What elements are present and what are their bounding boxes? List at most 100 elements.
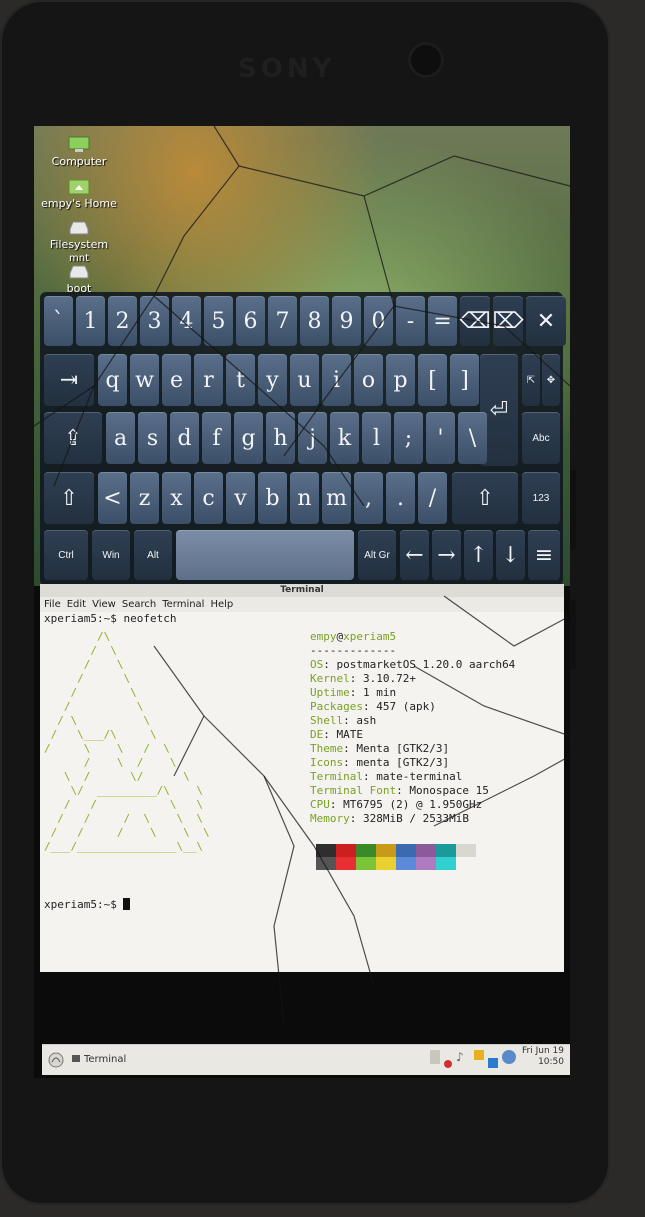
volume-icon[interactable]: ♪	[456, 1050, 470, 1064]
menu-logo-icon[interactable]	[48, 1052, 64, 1068]
capslock-key[interactable]: ⇪	[44, 412, 102, 464]
key-6[interactable]: 6	[236, 296, 265, 346]
notification-icon[interactable]	[444, 1060, 452, 1068]
key-7[interactable]: 7	[268, 296, 297, 346]
arrow-left-key[interactable]: ←	[400, 530, 429, 580]
key-n[interactable]: n	[290, 472, 319, 524]
network-icon[interactable]	[488, 1058, 498, 1068]
abc-layout-key[interactable]: Abc	[522, 412, 560, 464]
shift-left-key[interactable]: ⇧	[44, 472, 94, 524]
desktop-icon-home[interactable]: empy's Home	[34, 178, 124, 210]
alt-key[interactable]: Alt	[134, 530, 172, 580]
menu-view[interactable]: View	[92, 597, 116, 612]
key-comma[interactable]: ,	[354, 472, 383, 524]
key-x[interactable]: x	[162, 472, 191, 524]
key-c[interactable]: c	[194, 472, 223, 524]
key-rbracket[interactable]: ]	[450, 354, 479, 406]
key-h[interactable]: h	[266, 412, 295, 464]
desktop-icon-filesystem[interactable]: Filesystem	[34, 219, 124, 251]
key-equals[interactable]: =	[428, 296, 457, 346]
key-u[interactable]: u	[290, 354, 319, 406]
key-g[interactable]: g	[234, 412, 263, 464]
key-k[interactable]: k	[330, 412, 359, 464]
altgr-key[interactable]: Alt Gr	[358, 530, 396, 580]
key-5[interactable]: 5	[204, 296, 233, 346]
key-less[interactable]: <	[98, 472, 127, 524]
key-t[interactable]: t	[226, 354, 255, 406]
field-value: ash	[356, 714, 377, 727]
menu-file[interactable]: File	[44, 597, 61, 612]
neofetch-field: Terminal Font: Monospace 15	[310, 784, 489, 797]
drag-keyboard-key[interactable]: ✥	[542, 354, 560, 406]
key-4[interactable]: 4	[172, 296, 201, 346]
neofetch-field: DE: MATE	[310, 728, 363, 741]
move-cursor-key[interactable]: ⇱	[522, 354, 540, 406]
key-1[interactable]: 1	[76, 296, 105, 346]
key-a[interactable]: a	[106, 412, 135, 464]
key-s[interactable]: s	[138, 412, 167, 464]
key-period[interactable]: .	[386, 472, 415, 524]
key-o[interactable]: o	[354, 354, 383, 406]
win-key[interactable]: Win	[92, 530, 130, 580]
arrow-right-key[interactable]: →	[432, 530, 461, 580]
key-q[interactable]: q	[98, 354, 127, 406]
key-l[interactable]: l	[362, 412, 391, 464]
key-e[interactable]: e	[162, 354, 191, 406]
desktop-icon-boot[interactable]: mnt boot	[34, 254, 124, 296]
field-value: menta [GTK2/3]	[356, 756, 450, 769]
key-minus[interactable]: -	[396, 296, 425, 346]
numbers-layout-key[interactable]: 123	[522, 472, 560, 524]
menu-terminal[interactable]: Terminal	[162, 597, 204, 612]
field-key: CPU	[310, 798, 330, 811]
key-3[interactable]: 3	[140, 296, 169, 346]
shift-right-key[interactable]: ⇧	[452, 472, 518, 524]
menu-key[interactable]: ≡	[528, 530, 560, 580]
terminal-output[interactable]: xperiam5:~$ neofetch /\ / \ / \ / \ / \ …	[40, 612, 564, 966]
key-i[interactable]: i	[322, 354, 351, 406]
ctrl-key[interactable]: Ctrl	[44, 530, 88, 580]
key-r[interactable]: r	[194, 354, 223, 406]
delete-key[interactable]: ⌦	[492, 296, 524, 346]
key-v[interactable]: v	[226, 472, 255, 524]
menu-help[interactable]: Help	[210, 597, 233, 612]
key-y[interactable]: y	[258, 354, 287, 406]
tab-key[interactable]: ⇥	[44, 354, 94, 406]
terminal-window[interactable]: Terminal File Edit View Search Terminal …	[40, 584, 564, 972]
taskbar-item-terminal[interactable]: Terminal	[72, 1054, 126, 1065]
key-w[interactable]: w	[130, 354, 159, 406]
key-d[interactable]: d	[170, 412, 199, 464]
key-2[interactable]: 2	[108, 296, 137, 346]
menu-search[interactable]: Search	[122, 597, 156, 612]
update-icon[interactable]	[474, 1050, 484, 1060]
key-lbracket[interactable]: [	[418, 354, 447, 406]
key-b[interactable]: b	[258, 472, 287, 524]
arrow-up-key[interactable]: ↑	[464, 530, 493, 580]
key-9[interactable]: 9	[332, 296, 361, 346]
key-backtick[interactable]: `	[44, 296, 73, 346]
menu-edit[interactable]: Edit	[67, 597, 86, 612]
arrow-down-key[interactable]: ↓	[496, 530, 525, 580]
key-m[interactable]: m	[322, 472, 351, 524]
window-title[interactable]: Terminal	[40, 584, 564, 597]
key-p[interactable]: p	[386, 354, 415, 406]
key-backslash[interactable]: \	[458, 412, 487, 464]
key-8[interactable]: 8	[300, 296, 329, 346]
field-value: Menta [GTK2/3]	[356, 742, 450, 755]
key-quote[interactable]: '	[426, 412, 455, 464]
text-cursor	[123, 898, 131, 910]
color-swatch	[416, 844, 436, 857]
key-z[interactable]: z	[130, 472, 159, 524]
battery-icon[interactable]	[430, 1050, 440, 1064]
drive-icon	[69, 221, 89, 235]
desktop-icon-computer[interactable]: Computer	[34, 136, 124, 168]
key-semicolon[interactable]: ;	[394, 412, 423, 464]
key-slash[interactable]: /	[418, 472, 447, 524]
globe-icon[interactable]	[502, 1050, 516, 1064]
clock[interactable]: Fri Jun 19 10:50	[522, 1046, 564, 1068]
close-keyboard-key[interactable]: ✕	[526, 296, 566, 346]
backspace-key[interactable]: ⌫	[459, 296, 491, 346]
key-f[interactable]: f	[202, 412, 231, 464]
space-key[interactable]	[176, 530, 354, 580]
key-0[interactable]: 0	[364, 296, 393, 346]
key-j[interactable]: j	[298, 412, 327, 464]
